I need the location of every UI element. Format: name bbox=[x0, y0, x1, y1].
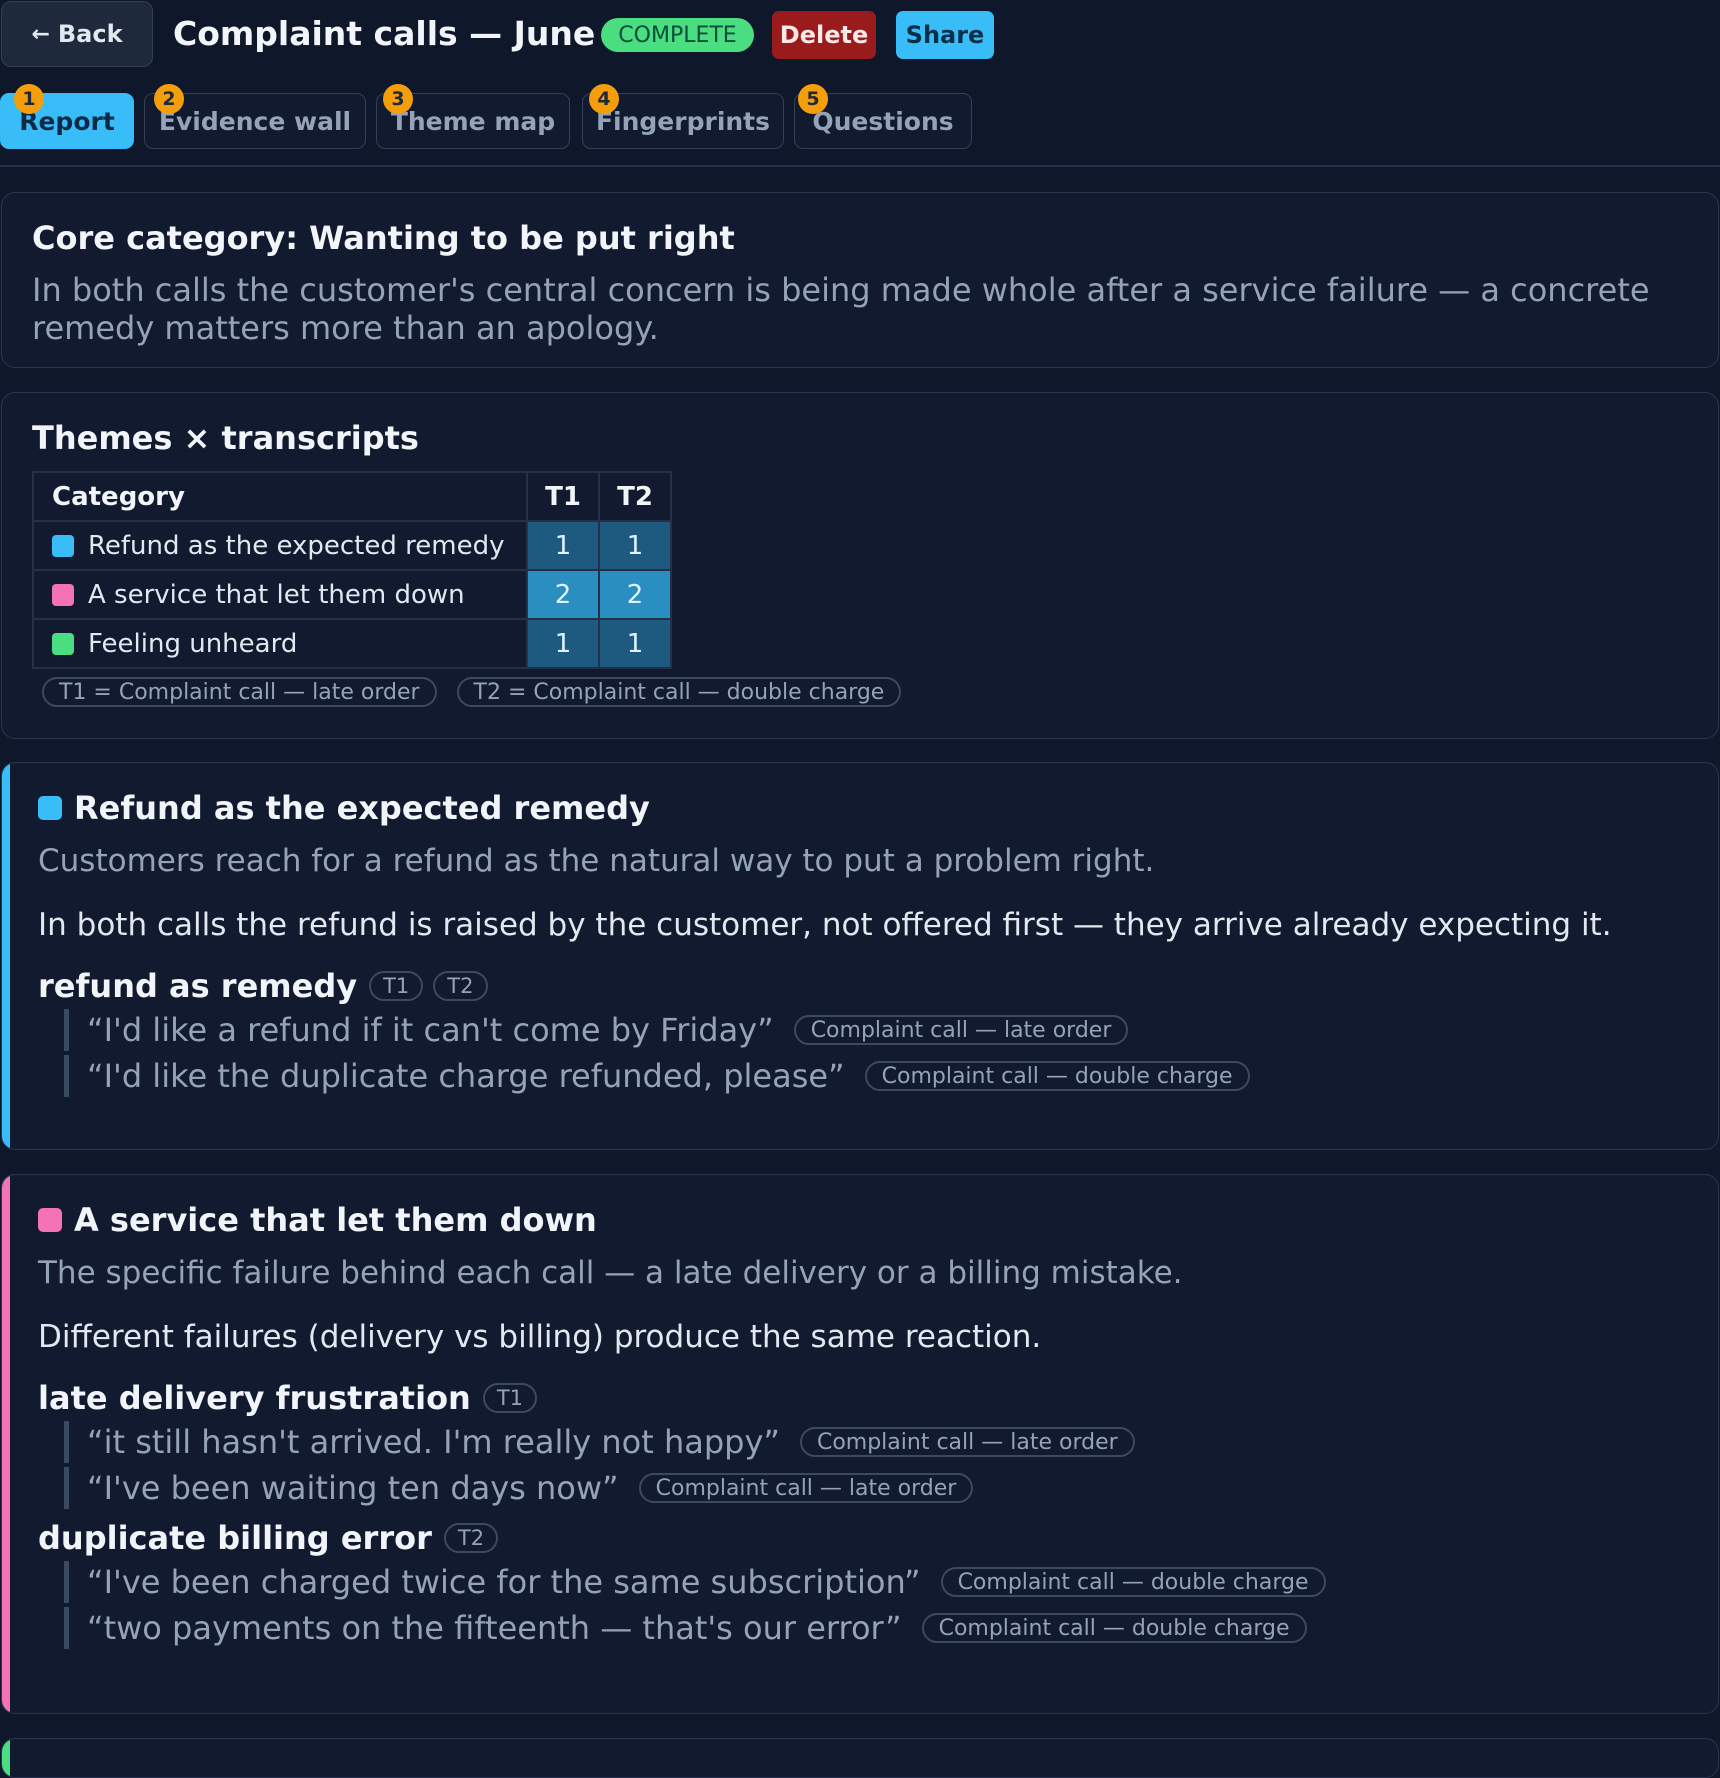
theme-color-swatch bbox=[38, 796, 62, 820]
tab-theme-map[interactable]: 3 Theme map bbox=[376, 84, 570, 149]
matrix-category-cell: Refund as the expected remedy bbox=[32, 520, 528, 571]
matrix-count-cell: 2 bbox=[598, 569, 672, 620]
theme-description: Customers reach for a refund as the natu… bbox=[38, 843, 1155, 879]
matrix-category-cell: A service that let them down bbox=[32, 569, 528, 620]
quote-text: “it still hasn't arrived. I'm really not… bbox=[87, 1423, 780, 1461]
tab-fingerprints[interactable]: 4 Fingerprints bbox=[582, 84, 784, 149]
theme-card-feeling-unheard bbox=[1, 1738, 1719, 1778]
transcript-legend-pill: T2 = Complaint call — double charge bbox=[456, 677, 902, 707]
matrix-count-cell: 1 bbox=[526, 520, 600, 571]
code-row: late delivery frustration T1 bbox=[38, 1379, 1688, 1417]
matrix-row: Refund as the expected remedy 1 1 bbox=[32, 520, 672, 571]
matrix-row: A service that let them down 2 2 bbox=[32, 569, 672, 620]
matrix-row: Feeling unheard 1 1 bbox=[32, 618, 672, 669]
back-label: Back bbox=[57, 20, 123, 48]
transcript-pill[interactable]: T1 bbox=[482, 1383, 538, 1413]
theme-description: The specific failure behind each call — … bbox=[38, 1255, 1183, 1291]
theme-title: A service that let them down bbox=[38, 1201, 1688, 1239]
themes-matrix-card: Themes × transcripts Category T1 T2 Refu… bbox=[1, 392, 1719, 739]
column-header-t2: T2 bbox=[598, 471, 672, 522]
category-color-swatch bbox=[52, 632, 74, 655]
status-badge: COMPLETE bbox=[601, 18, 754, 52]
theme-insight: In both calls the refund is raised by th… bbox=[38, 907, 1612, 943]
quote-text: “two payments on the fifteenth — that's … bbox=[87, 1609, 902, 1647]
tab-number-badge: 1 bbox=[14, 84, 44, 114]
tab-report[interactable]: 1 Report bbox=[0, 84, 134, 149]
share-button[interactable]: Share bbox=[896, 11, 994, 59]
tab-number-badge: 4 bbox=[589, 84, 619, 114]
matrix-count-cell: 1 bbox=[598, 520, 672, 571]
theme-insight: Different failures (delivery vs billing)… bbox=[38, 1319, 1042, 1355]
theme-color-swatch bbox=[38, 1208, 62, 1232]
core-category-text: In both calls the customer's central con… bbox=[32, 271, 1650, 347]
transcript-pill[interactable]: T2 bbox=[443, 1523, 499, 1553]
tab-label: Questions bbox=[812, 106, 954, 136]
tab-label: Fingerprints bbox=[595, 106, 771, 136]
tab-evidence-wall[interactable]: 2 Evidence wall bbox=[144, 84, 366, 149]
category-color-swatch bbox=[52, 534, 74, 557]
category-label: Feeling unheard bbox=[88, 628, 298, 659]
page-title: Complaint calls — June bbox=[173, 14, 596, 53]
tab-questions[interactable]: 5 Questions bbox=[794, 84, 972, 149]
quote: “I'd like the duplicate charge refunded,… bbox=[64, 1055, 1688, 1097]
code-name: refund as remedy bbox=[38, 967, 358, 1005]
code-name: duplicate billing error bbox=[38, 1519, 432, 1557]
code-name: late delivery frustration bbox=[38, 1379, 471, 1417]
category-label: Refund as the expected remedy bbox=[88, 530, 505, 561]
matrix-title: Themes × transcripts bbox=[32, 419, 419, 457]
back-button[interactable]: ← Back bbox=[1, 1, 153, 67]
category-label: A service that let them down bbox=[88, 579, 465, 610]
quote-source-pill[interactable]: Complaint call — late order bbox=[638, 1473, 974, 1503]
core-category-title: Core category: Wanting to be put right bbox=[32, 219, 735, 257]
quote: “two payments on the fifteenth — that's … bbox=[64, 1607, 1688, 1649]
core-category-card: Core category: Wanting to be put right I… bbox=[1, 192, 1719, 368]
code-row: duplicate billing error T2 bbox=[38, 1519, 1688, 1557]
matrix-count-cell: 2 bbox=[526, 569, 600, 620]
quote: “I've been charged twice for the same su… bbox=[64, 1561, 1688, 1603]
back-arrow-icon: ← bbox=[31, 21, 50, 47]
column-header-t1: T1 bbox=[526, 471, 600, 522]
transcript-legend-pill: T1 = Complaint call — late order bbox=[42, 677, 437, 707]
tab-label: Theme map bbox=[390, 106, 556, 136]
theme-title-text: Refund as the expected remedy bbox=[74, 789, 650, 827]
header: ← Back Complaint calls — June COMPLETE D… bbox=[0, 0, 1720, 70]
delete-button[interactable]: Delete bbox=[772, 11, 876, 59]
quote-source-pill[interactable]: Complaint call — late order bbox=[799, 1427, 1135, 1457]
theme-title-text: A service that let them down bbox=[74, 1201, 597, 1239]
matrix-count-cell: 1 bbox=[526, 618, 600, 669]
matrix-category-cell: Feeling unheard bbox=[32, 618, 528, 669]
themes-matrix-table: Category T1 T2 Refund as the expected re… bbox=[32, 471, 672, 669]
matrix-header-row: Category T1 T2 bbox=[32, 471, 672, 522]
transcript-pill[interactable]: T1 bbox=[369, 971, 424, 1001]
quote-source-pill[interactable]: Complaint call — late order bbox=[793, 1015, 1129, 1045]
quote: “I've been waiting ten days now” Complai… bbox=[64, 1467, 1688, 1509]
tab-label: Evidence wall bbox=[158, 106, 352, 136]
quote-source-pill[interactable]: Complaint call — double charge bbox=[940, 1567, 1326, 1597]
category-color-swatch bbox=[52, 583, 74, 606]
theme-card-service: A service that let them down The specifi… bbox=[1, 1174, 1719, 1714]
tab-number-badge: 3 bbox=[383, 84, 413, 114]
quote-text: “I've been charged twice for the same su… bbox=[87, 1563, 921, 1601]
transcript-pill[interactable]: T2 bbox=[433, 971, 488, 1001]
quote-source-pill[interactable]: Complaint call — double charge bbox=[921, 1613, 1307, 1643]
theme-accent-bar bbox=[2, 1739, 10, 1777]
quote-text: “I'd like a refund if it can't come by F… bbox=[87, 1011, 774, 1049]
quote-source-pill[interactable]: Complaint call — double charge bbox=[864, 1061, 1250, 1091]
column-header-category: Category bbox=[32, 471, 528, 522]
quote: “I'd like a refund if it can't come by F… bbox=[64, 1009, 1688, 1051]
matrix-count-cell: 1 bbox=[598, 618, 672, 669]
theme-accent-bar bbox=[2, 763, 10, 1149]
quote-text: “I'd like the duplicate charge refunded,… bbox=[87, 1057, 845, 1095]
quote-text: “I've been waiting ten days now” bbox=[87, 1469, 619, 1507]
transcript-legend: T1 = Complaint call — late order T2 = Co… bbox=[32, 677, 1688, 707]
theme-title: Refund as the expected remedy bbox=[38, 789, 1688, 827]
code-row: refund as remedy T1 T2 bbox=[38, 967, 1688, 1005]
theme-card-refund: Refund as the expected remedy Customers … bbox=[1, 762, 1719, 1150]
tab-number-badge: 2 bbox=[154, 84, 184, 114]
tab-divider bbox=[0, 165, 1720, 167]
tab-number-badge: 5 bbox=[798, 84, 828, 114]
theme-accent-bar bbox=[2, 1175, 10, 1713]
quote: “it still hasn't arrived. I'm really not… bbox=[64, 1421, 1688, 1463]
